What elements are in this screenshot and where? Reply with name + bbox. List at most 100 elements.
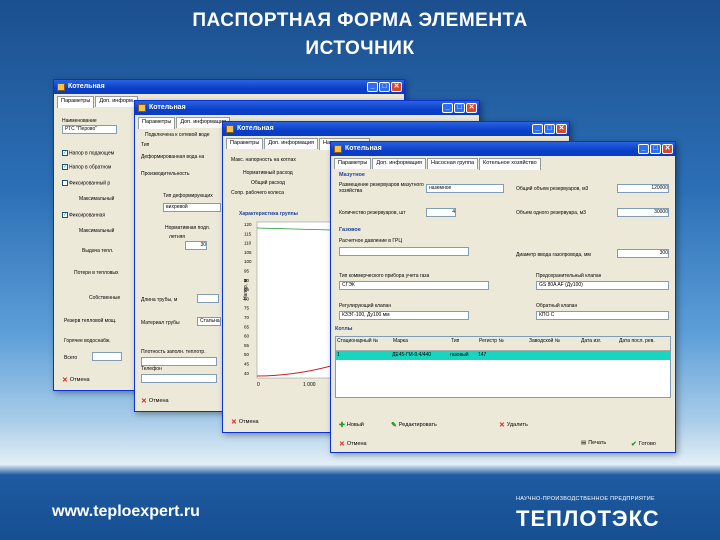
window-3-titlebar[interactable]: Котельная _ □ ✕ (223, 122, 569, 136)
norm-label: Нормативный расход (243, 170, 293, 176)
valve-field[interactable]: GS 80A AF (Ду100) (536, 281, 669, 290)
valve-label: Предохранительный клапан (536, 273, 602, 279)
one-vol-label: Объем одного резервуара, м3 (516, 210, 586, 216)
ytick: 45 (244, 362, 250, 367)
col-header[interactable]: Тип (450, 337, 478, 350)
checkbox-icon[interactable]: ✓ (62, 164, 68, 170)
maximize-icon[interactable]: □ (650, 144, 661, 154)
section-mazut: Мазутное (339, 172, 365, 178)
tab-params[interactable]: Параметры (57, 96, 95, 108)
total-field[interactable] (92, 352, 122, 361)
head-label: Макс. напорность на котлах (231, 157, 296, 163)
checkbox-icon[interactable]: ✓ (62, 212, 68, 218)
cell: 147 (478, 352, 487, 358)
table-row[interactable]: 1 ДЕ45-ГМ-9.4/440 газовый 147 (336, 351, 670, 360)
ytick: 40 (244, 371, 250, 376)
cancel-button[interactable]: ✕ Отмена (141, 397, 169, 405)
delete-button[interactable]: ✕ Удалить (499, 421, 528, 429)
chart-title: Характеристика группы (239, 211, 298, 217)
defs-field[interactable]: вихревой (163, 203, 221, 212)
minimize-icon[interactable]: _ (532, 124, 543, 134)
checkbox-icon[interactable]: ✓ (62, 150, 68, 156)
sel-label: Сопр. рабочего колеса (231, 190, 284, 196)
maximize-icon[interactable]: □ (454, 103, 465, 113)
cancel-button[interactable]: ✕ Отмена (231, 418, 259, 426)
col-header[interactable]: Регистр № (478, 337, 528, 350)
norm-field[interactable]: 30 (185, 241, 207, 250)
reserve-label: Резерв тепловой мощ. (64, 318, 117, 324)
defs-label: Тип деформирующих (163, 193, 213, 199)
rough-field[interactable] (141, 357, 217, 366)
ytick: 95 (244, 269, 250, 274)
slide-title-line1: ПАСПОРТНАЯ ФОРМА ЭЛЕМЕНТА (192, 10, 528, 31)
phone-field[interactable] (141, 374, 217, 383)
maximize-icon[interactable]: □ (379, 82, 390, 92)
window-title: Котельная (237, 125, 274, 132)
cancel-button[interactable]: ✕ Отмена (62, 376, 90, 384)
diam-field[interactable]: 300 (617, 249, 669, 258)
minimize-icon[interactable]: _ (367, 82, 378, 92)
minimize-icon[interactable]: _ (638, 144, 649, 154)
tab-boiler[interactable]: Котельное хозяйство (479, 158, 541, 170)
ytick: 50 (244, 352, 250, 357)
one-vol-field[interactable]: 30000 (617, 208, 669, 217)
reg-field[interactable]: КЗЭГ-100, Ду100 мм (339, 311, 469, 320)
check-valve-field[interactable]: КПО С (536, 311, 669, 320)
placement-select[interactable]: наземное (426, 184, 504, 193)
check-valve-label: Обратный клапан (536, 303, 578, 309)
close-icon[interactable]: ✕ (466, 103, 477, 113)
window-title: Котельная (345, 145, 382, 152)
check-label: Фиксированная (69, 212, 106, 219)
print-label: Печать (588, 440, 607, 446)
footer-url[interactable]: www.teploexpert.ru (52, 503, 200, 521)
own-label: Собственные (89, 295, 121, 301)
name-label: Наименование (62, 118, 97, 124)
tab-pumps[interactable]: Насосная группа (427, 158, 479, 169)
cancel-button[interactable]: ✕ Отмена (339, 440, 367, 448)
tab-extra[interactable]: Доп. информация (264, 138, 319, 149)
tab-extra[interactable]: Доп. информация (372, 158, 427, 169)
app-icon (334, 145, 342, 153)
pipe-len-field[interactable] (197, 294, 219, 303)
close-icon[interactable]: ✕ (391, 82, 402, 92)
tab-params[interactable]: Параметры (334, 158, 372, 169)
cancel-icon: ✕ (339, 441, 345, 448)
meter-field[interactable]: СГЭК (339, 281, 489, 290)
chart-plot-area (256, 221, 332, 379)
col-header[interactable]: Дата изг. (580, 337, 618, 350)
close-icon[interactable]: ✕ (556, 124, 567, 134)
print-button[interactable]: ▤ Печать (581, 440, 606, 446)
pressure-field[interactable] (339, 247, 469, 256)
ytick: 70 (244, 315, 250, 320)
col-header[interactable]: Стационарный № (336, 337, 392, 350)
tab-extra[interactable]: Доп. информ. (95, 96, 139, 107)
ok-button[interactable]: ✔ Готово (631, 440, 656, 448)
app-icon (57, 83, 65, 91)
checkbox-icon[interactable] (62, 180, 68, 186)
edit-button[interactable]: ✎ Редактировать (391, 421, 437, 429)
minimize-icon[interactable]: _ (442, 103, 453, 113)
cancel-icon: ✕ (231, 419, 237, 426)
ytick: 110 (244, 241, 252, 246)
material-field[interactable]: Стальная (197, 317, 221, 326)
col-header[interactable]: Дата посл. рев. (618, 337, 668, 350)
close-icon[interactable]: ✕ (662, 144, 673, 154)
norm-label: Нормативная подп. (165, 225, 211, 231)
company-logo: ТЕПЛОТЭКС (516, 506, 660, 531)
tab-params[interactable]: Параметры (138, 117, 176, 129)
name-field[interactable]: РТС "Перово" (62, 125, 117, 134)
window-1-titlebar[interactable]: Котельная _ □ ✕ (54, 80, 404, 94)
total-vol-field[interactable]: 120000 (617, 184, 669, 193)
new-button[interactable]: ✚ Новый (339, 421, 364, 429)
col-header[interactable]: Заводской № (528, 337, 580, 350)
count-field[interactable]: 4 (426, 208, 456, 217)
ytick: 65 (244, 324, 250, 329)
col-header[interactable]: Марка (392, 337, 450, 350)
new-icon: ✚ (339, 422, 345, 429)
pressure-label: Расчетное давление в ГРЦ (339, 238, 403, 244)
maximize-icon[interactable]: □ (544, 124, 555, 134)
ytick: 75 (244, 306, 250, 311)
tab-params[interactable]: Параметры (226, 138, 264, 149)
window-2-titlebar[interactable]: Котельная _ □ ✕ (135, 101, 479, 115)
window-4-titlebar[interactable]: Котельная _ □ ✕ (331, 142, 675, 156)
